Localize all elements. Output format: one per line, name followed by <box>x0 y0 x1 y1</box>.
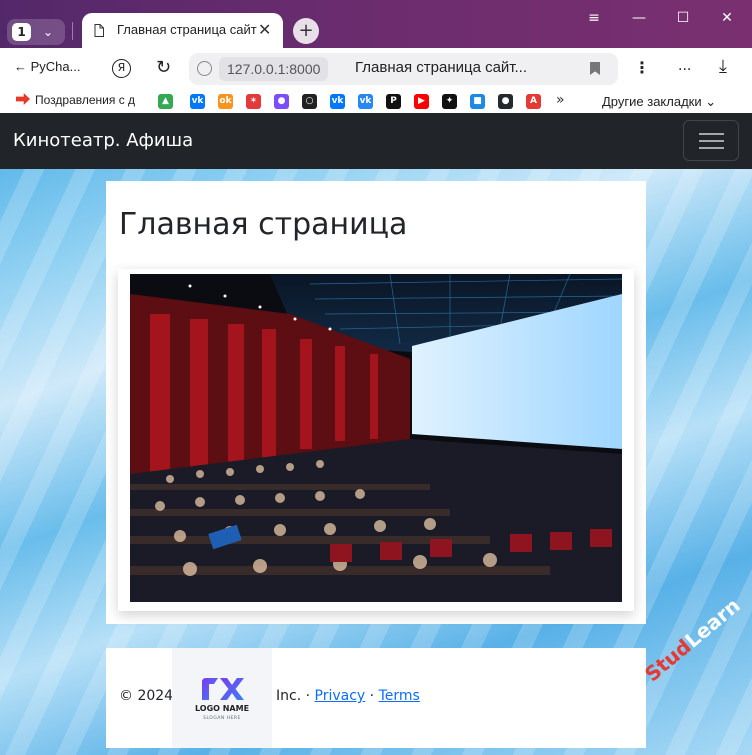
bookmark-circle-icon[interactable]: ○ <box>302 94 317 109</box>
bookmark-chat-icon[interactable]: ■ <box>470 94 485 109</box>
logo-mark-icon <box>202 678 244 700</box>
footer-inc: Inc. · <box>276 688 315 704</box>
tab-divider <box>72 22 73 40</box>
bookmark-star-app-icon[interactable]: ✦ <box>442 94 457 109</box>
tab-counter-button[interactable]: 1 ⌄ <box>7 19 65 45</box>
footer-links: Inc. · Privacy · Terms <box>276 688 420 704</box>
other-bookmarks-label: Другие закладки <box>602 94 702 109</box>
more-menu-icon[interactable]: ⋮ <box>634 58 650 77</box>
url-host: 127.0.0.1:8000 <box>219 57 329 81</box>
bookmark-p-icon[interactable]: P <box>386 94 401 109</box>
footer-separator: · <box>365 688 379 704</box>
page-viewport: Кинотеатр. Афиша Главная страница © 2024… <box>0 113 752 755</box>
tab-title: Главная страница сайт <box>117 22 257 37</box>
footer-logo: LOGO NAME SLOGAN HERE <box>172 648 272 748</box>
more-bookmarks-icon[interactable]: » <box>556 92 565 108</box>
page-heading: Главная страница <box>119 207 408 242</box>
watermark-logo: StudLearn <box>640 593 745 686</box>
maximize-button[interactable]: ☐ <box>673 8 693 28</box>
bookmark-dots-icon[interactable]: ● <box>274 94 289 109</box>
logo-name: LOGO NAME <box>194 704 250 713</box>
browser-titlebar: 1 ⌄ Главная страница сайт ✕ + ≡ — ☐ ✕ <box>0 0 752 48</box>
bookmarks-bar: Поздравления с д ▲ vk ok ✶ ● ○ vk vk P ▶ ✦ ■ ● A » Др… <box>0 90 752 113</box>
close-tab-icon[interactable]: ✕ <box>258 20 271 39</box>
browser-menu-icon[interactable]: ≡ <box>584 8 604 28</box>
address-bar[interactable]: 127.0.0.1:8000 Главная страница сайт... <box>189 53 618 85</box>
chevron-down-icon: ⌄ <box>43 25 54 39</box>
site-navbar: Кинотеатр. Афиша <box>0 113 752 169</box>
bookmark-greetings-label: Поздравления с д <box>35 93 136 107</box>
watermark-part-b: Learn <box>680 593 745 653</box>
site-info-icon[interactable] <box>197 61 212 76</box>
close-window-button[interactable]: ✕ <box>717 8 737 28</box>
chevron-down-icon: ⌄ <box>705 94 717 109</box>
terms-link[interactable]: Terms <box>379 688 420 704</box>
new-tab-button[interactable]: + <box>293 18 319 44</box>
back-button[interactable]: ← PyCha... <box>14 59 80 74</box>
bookmark-ok-icon[interactable]: ok <box>218 94 233 109</box>
reload-icon[interactable]: ↻ <box>156 57 171 78</box>
other-bookmarks-folder[interactable]: Другие закладки ⌄ <box>602 94 716 110</box>
arrow-right-icon <box>16 93 30 105</box>
document-icon <box>94 24 104 37</box>
minimize-button[interactable]: — <box>629 8 649 28</box>
bookmark-pdf-icon[interactable]: A <box>526 94 541 109</box>
download-icon[interactable]: ⤓ <box>719 56 727 77</box>
page-footer: © 2024 LOGO NAME SLOGAN HERE Inc. · Priv… <box>106 648 646 748</box>
hamburger-line <box>699 147 724 149</box>
address-page-title: Главная страница сайт... <box>355 59 528 76</box>
photo-frame <box>118 269 634 611</box>
bookmark-vk-2-icon[interactable]: vk <box>330 94 345 109</box>
browser-tab-active[interactable]: Главная страница сайт ✕ <box>82 13 283 48</box>
bookmark-icon[interactable] <box>590 62 600 75</box>
hamburger-line <box>699 133 724 135</box>
bookmark-tools-icon[interactable]: ✶ <box>246 94 261 109</box>
bookmark-youtube-icon[interactable]: ▶ <box>414 94 429 109</box>
logo-slogan: SLOGAN HERE <box>203 716 241 721</box>
footer-copyright: © 2024 <box>119 688 174 704</box>
cinema-hall-image <box>130 274 622 602</box>
back-label: PyCha... <box>30 59 81 74</box>
bookmark-google-drive-icon[interactable]: ▲ <box>158 94 173 109</box>
hamburger-line <box>699 140 724 142</box>
back-arrow-icon: ← <box>14 59 27 74</box>
navbar-toggler-button[interactable] <box>683 120 739 161</box>
privacy-link[interactable]: Privacy <box>315 688 366 704</box>
extensions-button[interactable]: ... <box>678 58 691 74</box>
bookmark-vk-icon[interactable]: vk <box>190 94 205 109</box>
browser-toolbar: ← PyCha... Я ↻ 127.0.0.1:8000 Главная ст… <box>0 48 752 90</box>
bookmark-github-icon[interactable]: ● <box>498 94 513 109</box>
main-card: Главная страница <box>106 181 646 624</box>
tab-count: 1 <box>12 23 31 41</box>
bookmark-greetings[interactable]: Поздравления с д <box>16 93 135 107</box>
site-brand[interactable]: Кинотеатр. Афиша <box>13 130 193 151</box>
bookmark-vk-3-icon[interactable]: vk <box>358 94 373 109</box>
yandex-icon[interactable]: Я <box>112 59 131 78</box>
